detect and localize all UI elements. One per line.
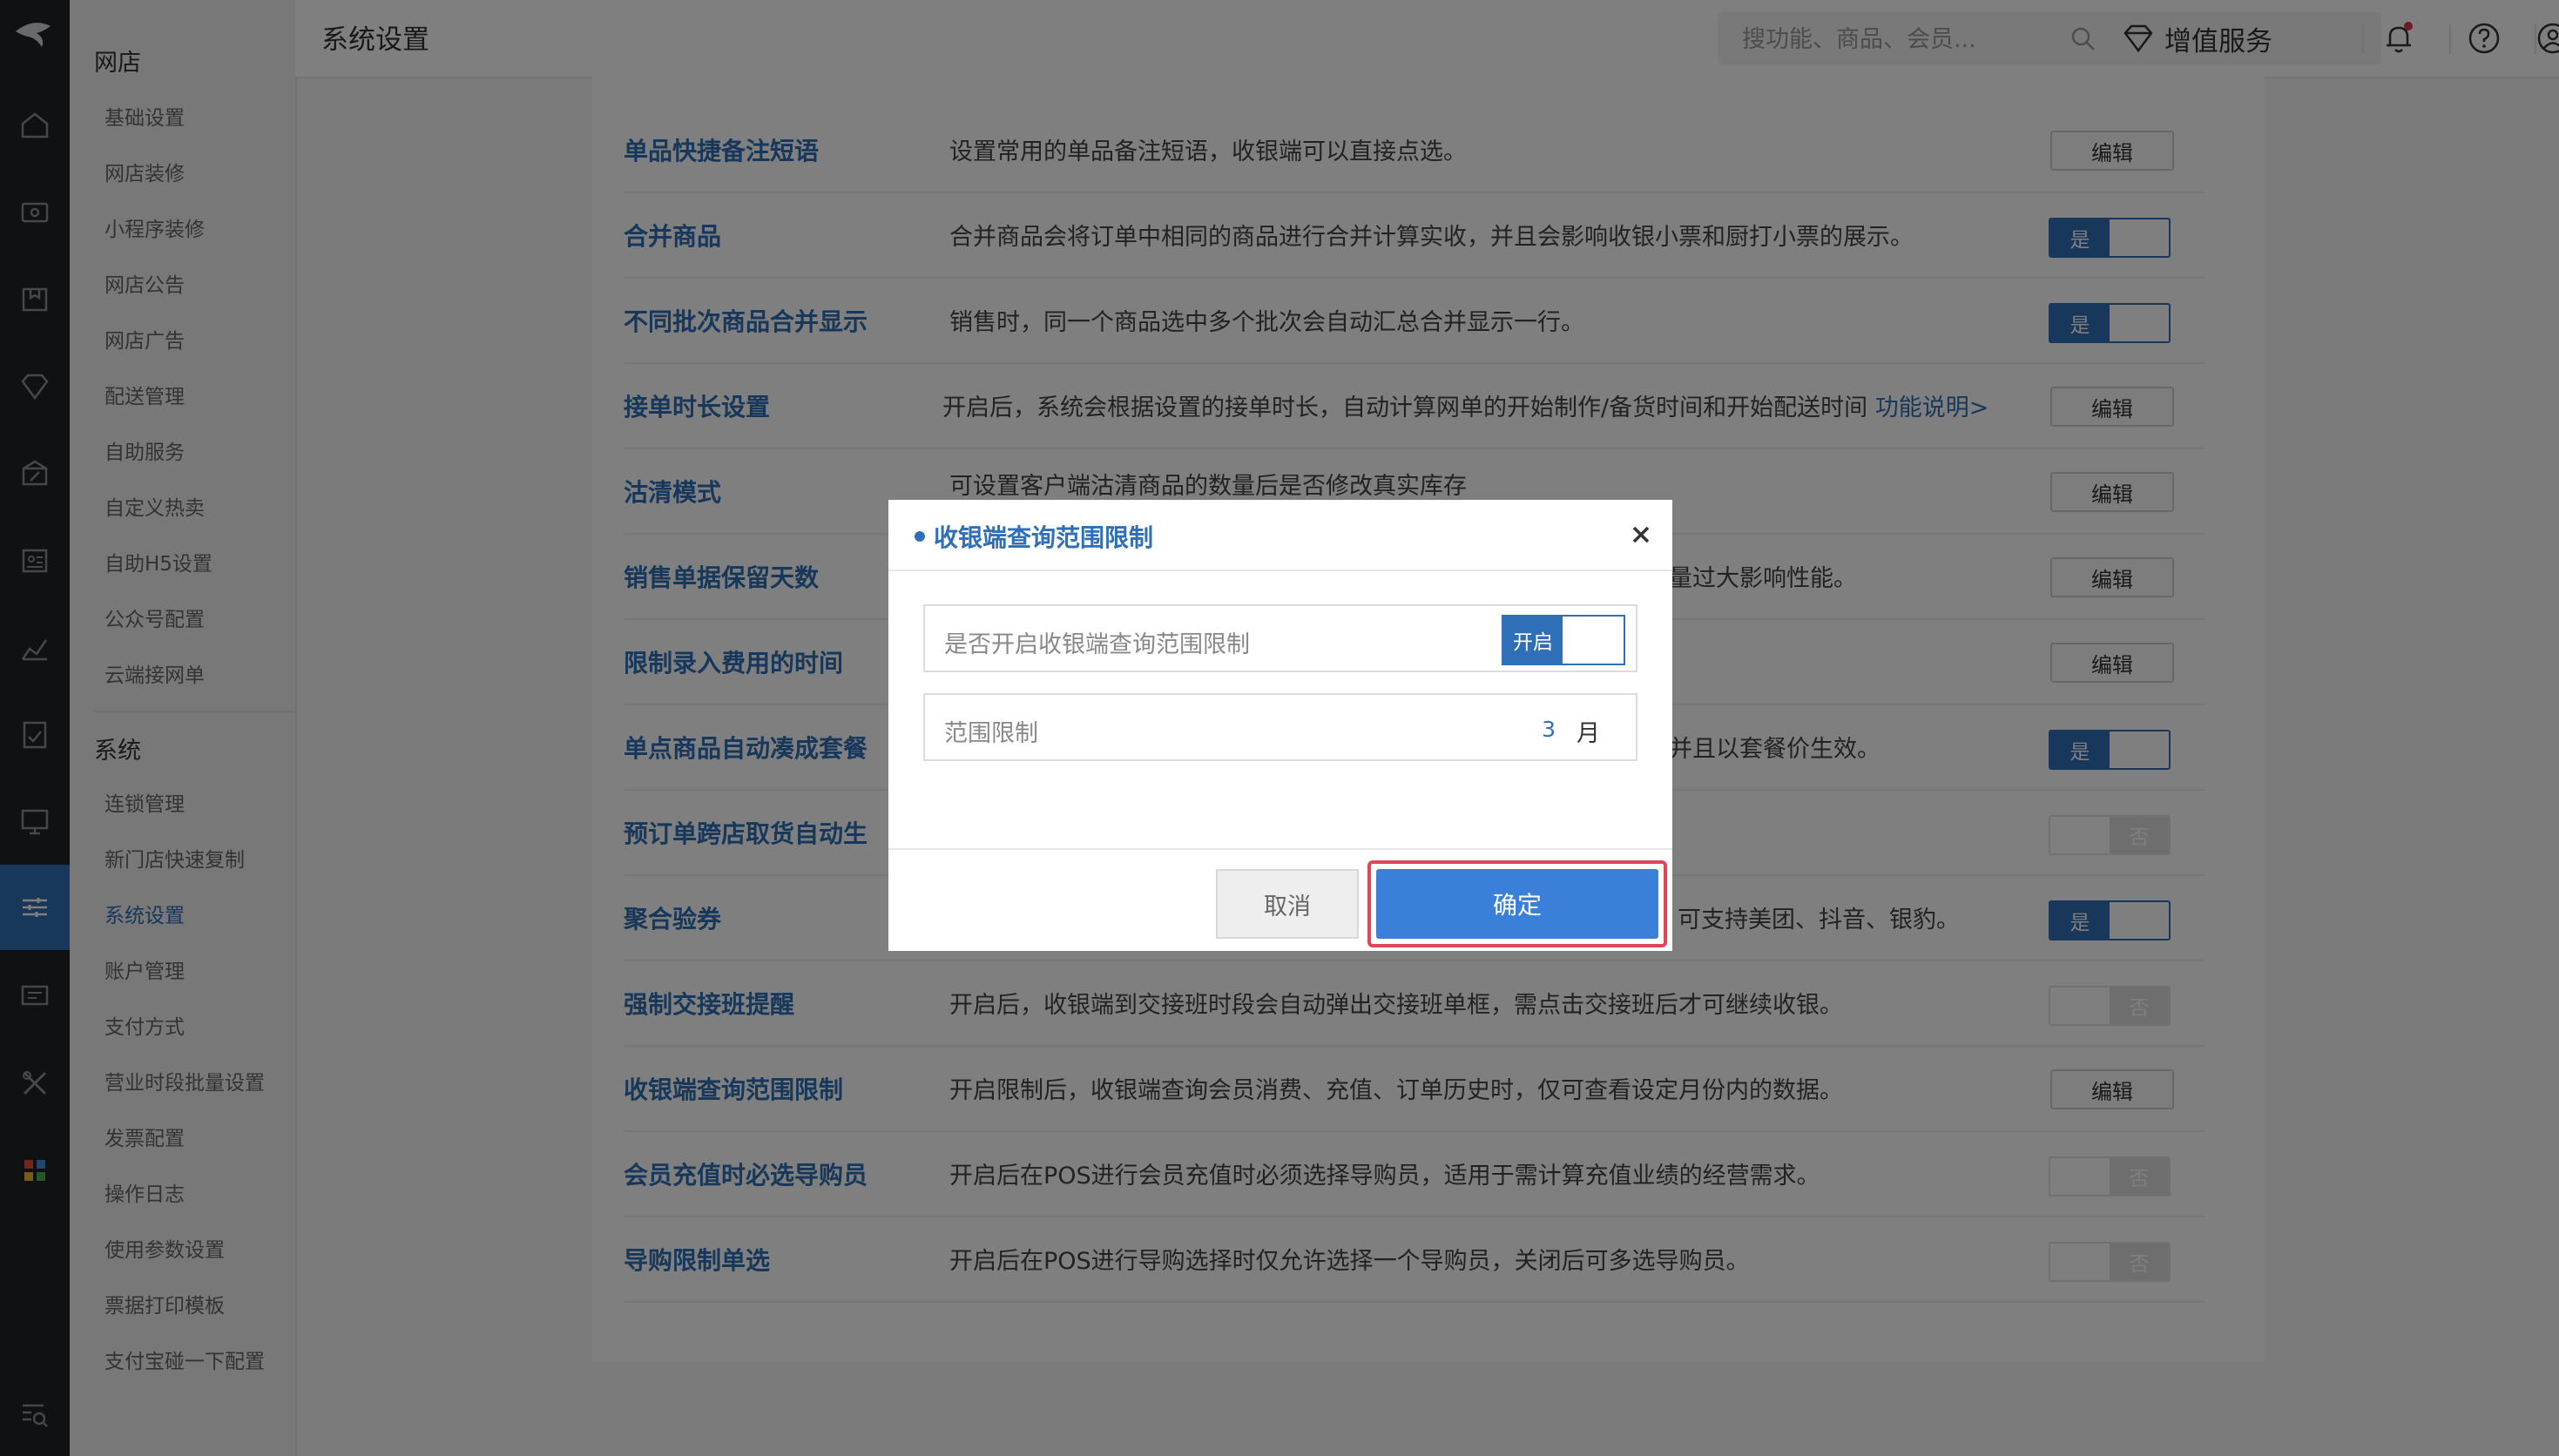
cancel-button[interactable]: 取消 — [1216, 869, 1359, 939]
close-icon[interactable] — [1625, 519, 1657, 550]
range-limit-field: 范围限制 月 — [923, 693, 1637, 761]
confirm-button[interactable]: 确定 — [1376, 869, 1658, 939]
enable-limit-label: 是否开启收银端查询范围限制 — [944, 631, 1250, 658]
range-limit-label: 范围限制 — [944, 720, 1038, 747]
query-range-dialog: 收银端查询范围限制 是否开启收银端查询范围限制 开启 范围限制 月 取消 确定 — [888, 500, 1672, 951]
dialog-footer: 取消 确定 — [888, 848, 1672, 953]
switch-on-label: 开启 — [1503, 617, 1563, 664]
title-dot-icon — [915, 531, 925, 542]
dialog-header: 收银端查询范围限制 — [888, 500, 1672, 571]
range-unit-label: 月 — [1577, 720, 1600, 747]
dialog-title: 收银端查询范围限制 — [915, 519, 1153, 554]
enable-limit-field: 是否开启收银端查询范围限制 开启 — [923, 604, 1637, 672]
enable-limit-switch[interactable]: 开启 — [1502, 615, 1625, 665]
range-months-input[interactable] — [1493, 709, 1557, 749]
dialog-title-text: 收银端查询范围限制 — [934, 523, 1154, 552]
